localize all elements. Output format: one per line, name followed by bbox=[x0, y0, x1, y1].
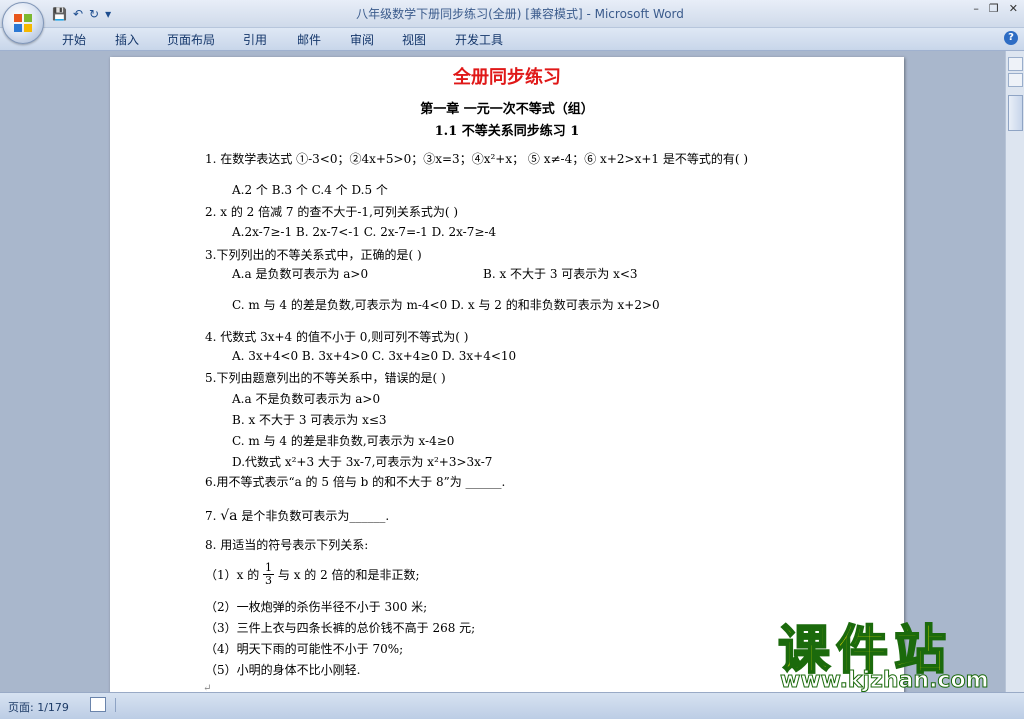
tab-page-layout[interactable]: 页面布局 bbox=[167, 31, 215, 48]
doc-title: 全册同步练习 bbox=[453, 67, 561, 88]
question-8-1: （1）x 的 1 3 与 x 的 2 倍的和是非正数; bbox=[205, 562, 420, 592]
question-8-4: （4）明天下雨的可能性不小于 70%; bbox=[205, 642, 404, 656]
document-page[interactable]: 全册同步练习 第一章 一元一次不等式（组） 1.1 不等关系同步练习 1 1. … bbox=[110, 57, 904, 697]
customize-toolbar-icon[interactable]: ▾ bbox=[105, 7, 111, 21]
question-3-option-b: B. x 不大于 3 可表示为 x<3 bbox=[483, 267, 638, 281]
fraction-denominator: 3 bbox=[265, 574, 273, 587]
status-bar: 页面: 1/179 bbox=[0, 692, 1024, 719]
question-5-option-d: D.代数式 x²+3 大于 3x-7,可表示为 x²+3>3x-7 bbox=[232, 455, 493, 469]
status-divider bbox=[115, 698, 116, 712]
save-icon[interactable]: 💾 bbox=[52, 7, 67, 21]
proofing-icon[interactable] bbox=[90, 697, 106, 712]
window-controls: – ❐ ✕ bbox=[973, 2, 1018, 15]
tab-view[interactable]: 视图 bbox=[402, 31, 426, 48]
watermark: 课件站 www.kjzhan.com bbox=[770, 608, 1006, 694]
question-8-5: （5）小明的身体不比小刚轻. bbox=[205, 663, 361, 677]
question-2-options: A.2x-7≥-1 B. 2x-7<-1 C. 2x-7=-1 D. 2x-7≥… bbox=[232, 225, 497, 239]
tab-developer[interactable]: 开发工具 bbox=[455, 31, 503, 48]
tab-references[interactable]: 引用 bbox=[243, 31, 267, 48]
q8-1-suffix: 与 x 的 2 倍的和是非正数; bbox=[277, 568, 420, 582]
sqrt-a: √a bbox=[220, 508, 238, 524]
question-2: 2. x 的 2 倍减 7 的查不大于-1,可列关系式为( ) bbox=[205, 205, 459, 219]
scroll-up-icon[interactable] bbox=[1008, 73, 1023, 87]
scroll-thumb[interactable] bbox=[1008, 95, 1023, 131]
redo-icon[interactable]: ↻ bbox=[89, 7, 99, 21]
question-3-option-a: A.a 是负数可表示为 a>0 bbox=[232, 267, 369, 281]
question-7: 7. √a 是个非负数可表示为______. bbox=[205, 508, 390, 524]
office-button[interactable] bbox=[2, 2, 44, 44]
page-count[interactable]: 页面: 1/179 bbox=[8, 699, 69, 715]
title-bar: 八年级数学下册同步练习(全册) [兼容模式] - Microsoft Word … bbox=[0, 0, 1024, 28]
restore-button[interactable]: ❐ bbox=[989, 2, 999, 15]
tab-mailings[interactable]: 邮件 bbox=[297, 31, 321, 48]
q8-1-prefix: （1）x 的 bbox=[205, 568, 260, 582]
fraction-one-third: 1 3 bbox=[263, 562, 275, 587]
vertical-scrollbar[interactable] bbox=[1005, 51, 1024, 692]
chapter-heading: 第一章 一元一次不等式（组） bbox=[420, 102, 594, 117]
office-logo-icon bbox=[14, 14, 32, 32]
undo-icon[interactable]: ↶ bbox=[73, 7, 83, 21]
watermark-url: www.kjzhan.com bbox=[780, 668, 990, 694]
question-4-options: A. 3x+4<0 B. 3x+4>0 C. 3x+4≥0 D. 3x+4<10 bbox=[232, 349, 517, 363]
question-5-option-c: C. m 与 4 的差是非负数,可表示为 x-4≥0 bbox=[232, 434, 455, 448]
window-title: 八年级数学下册同步练习(全册) [兼容模式] - Microsoft Word bbox=[356, 7, 684, 21]
question-8: 8. 用适当的符号表示下列关系: bbox=[205, 538, 369, 552]
question-8-3: （3）三件上衣与四条长裤的总价钱不高于 268 元; bbox=[205, 621, 476, 635]
close-button[interactable]: ✕ bbox=[1009, 2, 1018, 15]
ribbon-tabs: 开始 插入 页面布局 引用 邮件 审阅 视图 开发工具 ? bbox=[0, 28, 1024, 51]
question-1-options: A.2 个 B.3 个 C.4 个 D.5 个 bbox=[232, 183, 388, 197]
tab-home[interactable]: 开始 bbox=[62, 31, 86, 48]
question-3-options-cd: C. m 与 4 的差是负数,可表示为 m-4<0 D. x 与 2 的和非负数… bbox=[232, 298, 660, 312]
question-5-option-b: B. x 不大于 3 可表示为 x≤3 bbox=[232, 413, 387, 427]
question-4: 4. 代数式 3x+4 的值不小于 0,则可列不等式为( ) bbox=[205, 330, 469, 344]
question-5: 5.下列由题意列出的不等关系中，错误的是( ) bbox=[205, 371, 446, 385]
minimize-button[interactable]: – bbox=[973, 2, 979, 15]
section-heading: 1.1 不等关系同步练习 1 bbox=[434, 124, 580, 139]
document-workspace: 全册同步练习 第一章 一元一次不等式（组） 1.1 不等关系同步练习 1 1. … bbox=[0, 51, 1006, 697]
question-6: 6.用不等式表示“a 的 5 倍与 b 的和不大于 8”为 ______. bbox=[205, 475, 506, 489]
ruler-toggle-icon[interactable] bbox=[1008, 57, 1023, 71]
quick-access-toolbar: 💾 ↶ ↻ ▾ bbox=[52, 5, 111, 23]
question-8-2: （2）一枚炮弹的杀伤半径不小于 300 米; bbox=[205, 600, 428, 614]
tab-insert[interactable]: 插入 bbox=[115, 31, 139, 48]
help-icon[interactable]: ? bbox=[1004, 31, 1018, 45]
question-7-text: 是个非负数可表示为______. bbox=[237, 509, 390, 523]
tab-review[interactable]: 审阅 bbox=[350, 31, 374, 48]
question-1: 1. 在数学表达式 ①-3<0；②4x+5>0；③x=3；④x²+x； ⑤ x≠… bbox=[205, 152, 749, 166]
question-5-option-a: A.a 不是负数可表示为 a>0 bbox=[232, 392, 381, 406]
question-3: 3.下列列出的不等关系式中，正确的是( ) bbox=[205, 248, 422, 262]
